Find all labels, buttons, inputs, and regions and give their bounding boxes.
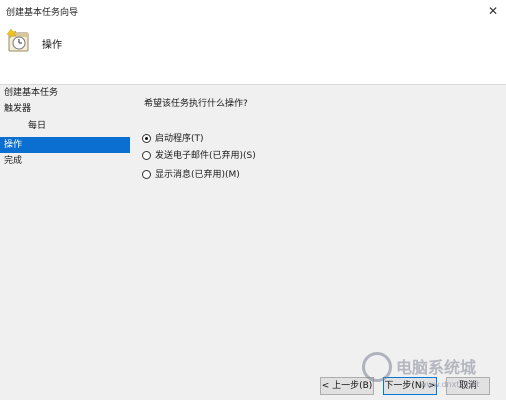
page-title: 操作 [42, 40, 62, 51]
option-start-program[interactable]: 启动程序(T) [142, 132, 204, 146]
option-send-email-label: 发送电子邮件(已弃用)(S) [155, 151, 256, 161]
radio-unselected-icon[interactable] [142, 150, 151, 160]
task-clock-icon [6, 28, 29, 52]
radio-selected-icon[interactable] [142, 133, 151, 143]
sidebar-item-action[interactable]: 操作 [0, 137, 130, 153]
option-display-message[interactable]: 显示消息(已弃用)(M) [142, 168, 240, 182]
next-button[interactable]: 下一步(N) > [383, 377, 437, 395]
option-send-email[interactable]: 发送电子邮件(已弃用)(S) [142, 149, 256, 163]
back-button[interactable]: < 上一步(B) [320, 377, 374, 395]
wizard-steps-sidebar: 创建基本任务 触发器 每日 操作 完成 [0, 85, 130, 375]
action-options-panel: 希望该任务执行什么操作? 启动程序(T) 发送电子邮件(已弃用)(S) 显示消息… [130, 85, 506, 375]
title-bar: 创建基本任务向导 ✕ [0, 0, 506, 22]
sidebar-item-create-basic-task[interactable]: 创建基本任务 [0, 85, 130, 101]
sidebar-item-daily[interactable]: 每日 [0, 118, 130, 134]
cancel-button[interactable]: 取消 [446, 377, 490, 395]
sidebar-item-trigger[interactable]: 触发器 [0, 101, 130, 117]
radio-unselected-icon[interactable] [142, 169, 151, 179]
wizard-body: 创建基本任务 触发器 每日 操作 完成 希望该任务执行什么操作? 启动程序(T)… [0, 85, 506, 375]
option-display-message-label: 显示消息(已弃用)(M) [155, 170, 240, 180]
window-title: 创建基本任务向导 [6, 8, 79, 18]
task-wizard-window: 创建基本任务向导 ✕ 操作 创建基本任务 触发器 每日 操作 完成 希望该任务执… [0, 0, 506, 400]
sidebar-item-finish[interactable]: 完成 [0, 153, 130, 169]
wizard-header: 操作 [0, 22, 506, 84]
wizard-footer: < 上一步(B) 下一步(N) > 取消 [0, 375, 506, 400]
action-question: 希望该任务执行什么操作? [144, 99, 248, 109]
option-start-program-label: 启动程序(T) [155, 134, 204, 144]
close-icon[interactable]: ✕ [480, 0, 506, 22]
